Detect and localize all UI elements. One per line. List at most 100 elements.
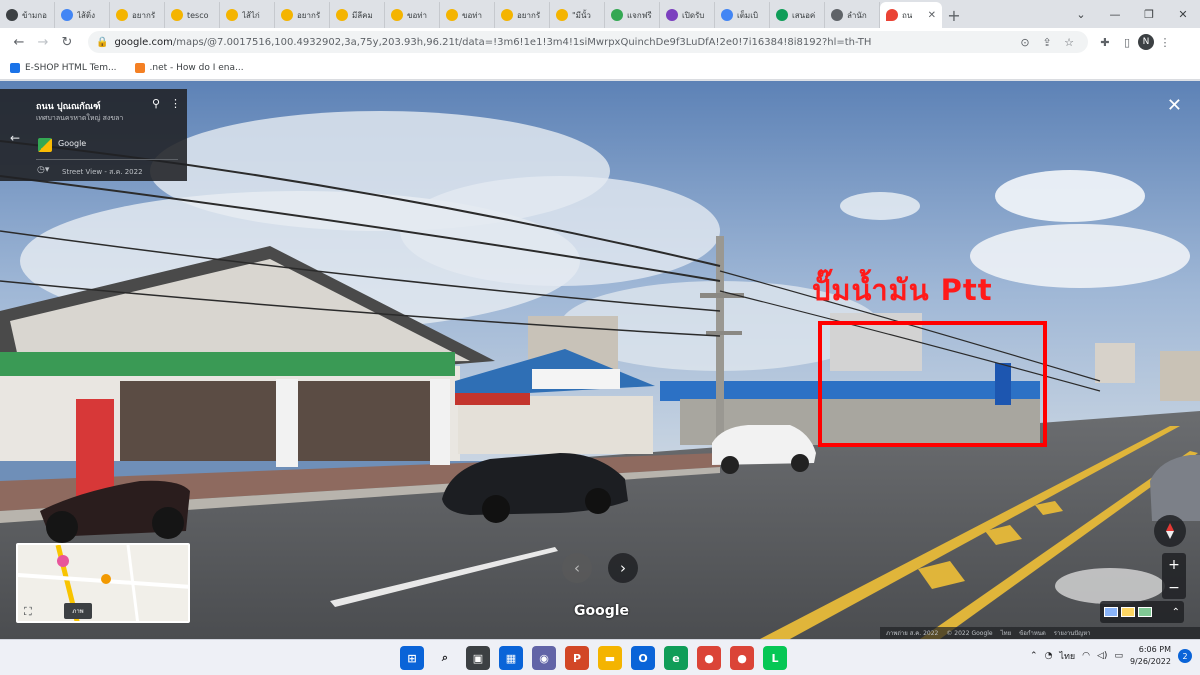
footer-item[interactable]: ข้อกำหนด [1019,628,1046,638]
battery-icon[interactable]: ▭ [1114,651,1123,661]
notification-badge[interactable]: 2 [1178,649,1192,663]
location-pin-icon[interactable]: ⚲ [152,97,160,110]
chrome-profile-icon[interactable]: ● [730,646,754,670]
minimize-icon[interactable]: — [1098,0,1132,28]
browser-tab[interactable]: ขอท่า [440,2,495,28]
browser-tab[interactable]: ไส้ติ่ง [55,2,110,28]
close-street-view-icon[interactable]: ✕ [1167,95,1182,116]
tab-title: ขอท่า [462,10,483,20]
location-icon[interactable]: ⊙ [1014,36,1036,49]
stackoverflow-icon [134,62,145,73]
close-window-icon[interactable]: ✕ [1166,0,1200,28]
side-panel-icon[interactable]: ▯ [1116,36,1138,49]
volume-icon[interactable]: ◁) [1097,651,1107,661]
browser-tab[interactable]: มีลีคม [330,2,385,28]
previous-photo-button[interactable]: ‹ [562,553,592,583]
google-icon [721,9,733,21]
next-photo-button[interactable]: › [608,553,638,583]
browser-tab[interactable]: ขอท่า [385,2,440,28]
new-tab-button[interactable]: + [942,2,966,28]
bookmark-dotnet[interactable]: .net - How do I ena... [134,62,244,73]
task-view-icon[interactable]: ▣ [466,646,490,670]
outlook-icon[interactable]: O [631,646,655,670]
input-language[interactable]: ไทย [1059,649,1075,663]
compass-needle [1166,523,1174,539]
layer-thumb[interactable] [1138,607,1152,617]
bookmark-eshop[interactable]: E-SHOP HTML Tem... [10,62,117,73]
tab-title: เสนอค่ [792,10,816,20]
tab-title: เปิดรับ [682,10,705,20]
zoom-in-icon[interactable]: + [1168,557,1180,573]
back-arrow-icon[interactable]: ← [10,131,20,145]
zoom-out-icon[interactable]: − [1168,580,1180,596]
extensions-icon[interactable]: ✚ [1094,36,1116,49]
star-bookmark-icon[interactable]: ☆ [1058,36,1080,49]
maps-pin-icon [886,9,898,21]
chrome-icon[interactable]: ● [697,646,721,670]
utility-pole [716,236,724,461]
chat-icon[interactable]: ◉ [532,646,556,670]
lock-icon[interactable]: 🔒 [96,37,108,48]
emoji-icon [556,9,568,21]
close-tab-icon[interactable]: ✕ [928,10,936,21]
forward-arrow-icon[interactable]: → [32,31,54,53]
windows-taskbar: ⊞ ⌕ ▣ ▦ ◉ P ▬ Oe ● ● L ⌃ ◔ ไทย ◠ ◁) ▭ 6:06 PM 9/26… [0,639,1200,675]
emoji-icon [501,9,513,21]
doc-icon [10,62,20,73]
tab-title: ไส้ติ่ง [77,10,96,20]
browser-tab[interactable]: เสนอค่ [770,2,825,28]
minimap-view-button[interactable]: ภาพ [64,603,92,619]
tab-active-maps[interactable]: ถน ✕ [880,2,942,28]
more-options-icon[interactable]: ⋮ [170,97,181,110]
browser-tab[interactable]: แจกฟรี [605,2,660,28]
minimap[interactable]: ⛶ ภาพ [16,543,190,623]
edge-icon[interactable]: e [664,646,688,670]
line-app-icon[interactable]: L [763,646,787,670]
chevron-up-icon[interactable]: ⌃ [1030,651,1038,661]
meet-now-icon[interactable]: ◔ [1045,651,1053,661]
compass-icon[interactable] [1154,515,1186,547]
browser-tab[interactable]: tesco [165,2,220,28]
browser-tab[interactable]: "มีนั้ว [550,2,605,28]
menu-dots-icon[interactable]: ⋮ [1154,36,1176,49]
browser-tab[interactable]: ลำนัก [825,2,880,28]
footer-item: © 2022 Google [946,629,993,637]
browser-tab[interactable]: อยากรั [495,2,550,28]
browser-tab[interactable]: ไส้ไก่ [220,2,275,28]
search-icon[interactable]: ⌕ [433,646,457,670]
footer-item[interactable]: ไทย [1001,628,1012,638]
windows-start-icon[interactable]: ⊞ [400,646,424,670]
file-explorer-icon[interactable]: ▬ [598,646,622,670]
time-travel-icon[interactable]: ◷▾ [37,165,49,175]
footer-item[interactable]: รายงานปัญหา [1054,628,1091,638]
tab-title: ไส้ไก่ [242,10,260,20]
browser-tab[interactable]: อยากรั [110,2,165,28]
emoji-icon [336,9,348,21]
tab-search-icon[interactable]: ⌄ [1064,0,1098,28]
widgets-icon[interactable]: ▦ [499,646,523,670]
browser-tab[interactable]: เต็มเบิ [715,2,770,28]
building [1095,343,1135,383]
layers-control[interactable]: ⌃ [1100,601,1184,623]
profile-avatar[interactable]: N [1138,34,1154,50]
pillar [276,379,298,467]
share-icon[interactable]: ⇪ [1036,36,1058,49]
browser-tab[interactable]: เปิดรับ [660,2,715,28]
layer-thumb[interactable] [1121,607,1135,617]
powerpoint-icon[interactable]: P [565,646,589,670]
taskbar-clock[interactable]: 6:06 PM 9/26/2022 [1130,644,1171,668]
expand-map-icon[interactable]: ⛶ [24,605,32,619]
browser-tab[interactable]: อยากรั [275,2,330,28]
restore-icon[interactable]: ❐ [1132,0,1166,28]
wifi-icon[interactable]: ◠ [1082,651,1090,661]
expand-up-icon[interactable]: ⌃ [1172,607,1180,618]
annotation-label: ปั๊มน้ำมัน Ptt [812,273,993,307]
browser-tab[interactable]: ข้ามกอ [0,2,55,28]
address-bar[interactable]: 🔒 google.com/maps/@7.0017516,100.4932902… [88,31,1088,53]
reload-icon[interactable]: ↻ [56,31,78,53]
street-view-panorama[interactable]: ← ถนน ปุณณกัณฑ์ เทศบาลนครหาดใหญ่ สงขลา ⚲… [0,81,1200,639]
back-arrow-icon[interactable]: ← [8,31,30,53]
tab-title: tesco [187,10,209,20]
toolbar-right: ✚ ▯ N ⋮ [1094,34,1176,50]
layer-thumb[interactable] [1104,607,1118,617]
